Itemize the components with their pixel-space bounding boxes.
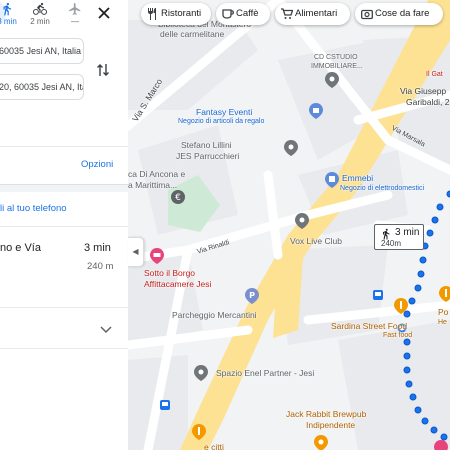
cart-icon — [281, 8, 293, 19]
chip-caffe-label: Caffè — [236, 8, 259, 19]
location-pin-icon[interactable] — [325, 72, 339, 88]
divider — [0, 226, 128, 227]
bus-stop-icon[interactable] — [160, 400, 170, 410]
map-label-stefano: Stefano Lillini — [181, 140, 232, 150]
directions-panel: 3 min 2 min — 60035 Jesi AN, Italia 20, … — [0, 0, 128, 450]
restaurant-icon — [148, 8, 156, 20]
map-label-jes: JES Parrucchieri — [176, 151, 240, 161]
map-label-banca: ca Di Ancona e — [128, 169, 186, 179]
walk-distance-value: 240m — [381, 239, 402, 248]
map-label-sotto-il-borgo: Sotto il Borgo — [144, 268, 196, 278]
map-label-fantasy-eventi: Fantasy Eventi — [196, 107, 253, 117]
map-label-po: Po — [438, 307, 449, 317]
send-to-phone-link[interactable]: li al tuo telefono — [0, 203, 67, 214]
map-label-fantasy-desc: Negozio di articoli da regalo — [178, 118, 265, 125]
divider — [0, 307, 128, 308]
walk-icon — [3, 2, 12, 16]
chip-cose-da-fare[interactable]: Cose da fare — [355, 3, 443, 25]
bar-pin-icon[interactable] — [314, 435, 328, 450]
shopping-bag-pin-icon[interactable] — [309, 103, 323, 119]
hotel-pin-icon[interactable] — [434, 440, 448, 450]
map-label-jack-rabbit: Jack Rabbit Brewpub — [286, 409, 367, 419]
mode-walk-button[interactable]: 3 min — [0, 0, 20, 27]
map-label-citti: e citti — [204, 442, 224, 450]
route-title: no e Vía — [0, 242, 41, 254]
location-pin-icon[interactable] — [284, 140, 298, 156]
chip-alimentari-label: Alimentari — [295, 8, 338, 19]
map-label-vox: Vox Live Club — [290, 236, 342, 246]
chip-ristoranti-label: Ristoranti — [161, 8, 202, 19]
divider — [0, 146, 128, 147]
walk-time-value: 3 min — [395, 227, 420, 238]
mode-bike-time: 2 min — [30, 17, 50, 26]
destination-input[interactable]: 20, 60035 Jesi AN, Italia — [0, 74, 84, 100]
svg-text:P: P — [249, 291, 255, 300]
chip-ristoranti[interactable]: Ristoranti — [141, 3, 211, 25]
mode-walk-time: 3 min — [0, 17, 17, 26]
map-label-fast-food: Fast food — [383, 332, 413, 339]
section-divider — [0, 184, 128, 192]
map-label-cd-studio-2: IMMOBILIARE... — [311, 63, 363, 70]
bus-stop-icon[interactable] — [373, 290, 383, 300]
walking-time-callout: 3 min 240m — [374, 224, 424, 250]
map-label-parcheggio: Parcheggio Mercantini — [172, 310, 257, 320]
hotel-pin-icon[interactable] — [150, 248, 164, 264]
swap-icon[interactable] — [96, 62, 110, 78]
mode-flight-button[interactable]: — — [62, 2, 88, 27]
svg-text:€: € — [175, 193, 181, 203]
origin-input[interactable]: 60035 Jesi AN, Italia — [0, 38, 84, 64]
map-canvas[interactable]: Biblioteca del Monastero delle carmelita… — [128, 0, 450, 450]
chip-alimentari[interactable]: Alimentari — [275, 3, 350, 25]
map-label-affittacamere: Affittacamere Jesi — [144, 279, 212, 289]
route-time: 3 min — [84, 242, 111, 254]
map-label-sardina: Sardina Street Food — [331, 321, 408, 331]
coffee-icon — [222, 9, 234, 19]
options-link[interactable]: Opzioni — [81, 159, 113, 170]
map-label-il-gat: Il Gat — [426, 71, 443, 78]
map-label-via-giuseppe: Via Giusepp — [400, 86, 447, 96]
parking-pin-icon[interactable]: P — [245, 288, 259, 304]
mode-flight-time: — — [71, 17, 79, 26]
chip-cose-label: Cose da fare — [375, 8, 430, 19]
chip-caffe[interactable]: Caffè — [216, 3, 270, 25]
location-pin-icon[interactable] — [295, 213, 309, 229]
restaurant-pin-icon[interactable] — [439, 286, 450, 302]
bike-icon — [33, 2, 47, 15]
map-label-banca-2: a Marittima... — [128, 180, 178, 190]
restaurant-pin-icon[interactable] — [394, 298, 408, 314]
appliance-store-pin-icon[interactable] — [325, 172, 339, 188]
map-label-garibaldi: Garibaldi, 2 — [406, 97, 450, 107]
route-distance: 240 m — [87, 261, 114, 272]
divider — [0, 348, 128, 349]
restaurant-pin-icon[interactable] — [192, 424, 206, 440]
camera-icon — [361, 9, 373, 20]
collapse-panel-button[interactable]: ◀ — [128, 237, 144, 267]
map-label-spazio-enel: Spazio Enel Partner - Jesi — [216, 368, 315, 378]
airplane-icon — [69, 3, 81, 15]
bank-pin-icon[interactable]: € — [171, 190, 185, 206]
chevron-down-icon[interactable] — [100, 325, 112, 335]
mode-bike-button[interactable]: 2 min — [27, 2, 53, 27]
location-pin-icon[interactable] — [194, 365, 208, 381]
close-icon[interactable] — [97, 6, 111, 20]
map-label-indipendente: Indipendente — [306, 420, 356, 430]
travel-modes: 3 min 2 min — — [0, 0, 128, 36]
map-label-emmebi-desc: Negozio di elettrodomestici — [340, 185, 425, 192]
map-label-carmelitane: delle carmelitane — [160, 29, 225, 39]
map-label-emmebi: Emmebi — [342, 173, 374, 183]
map-label-he: He — [438, 319, 447, 326]
